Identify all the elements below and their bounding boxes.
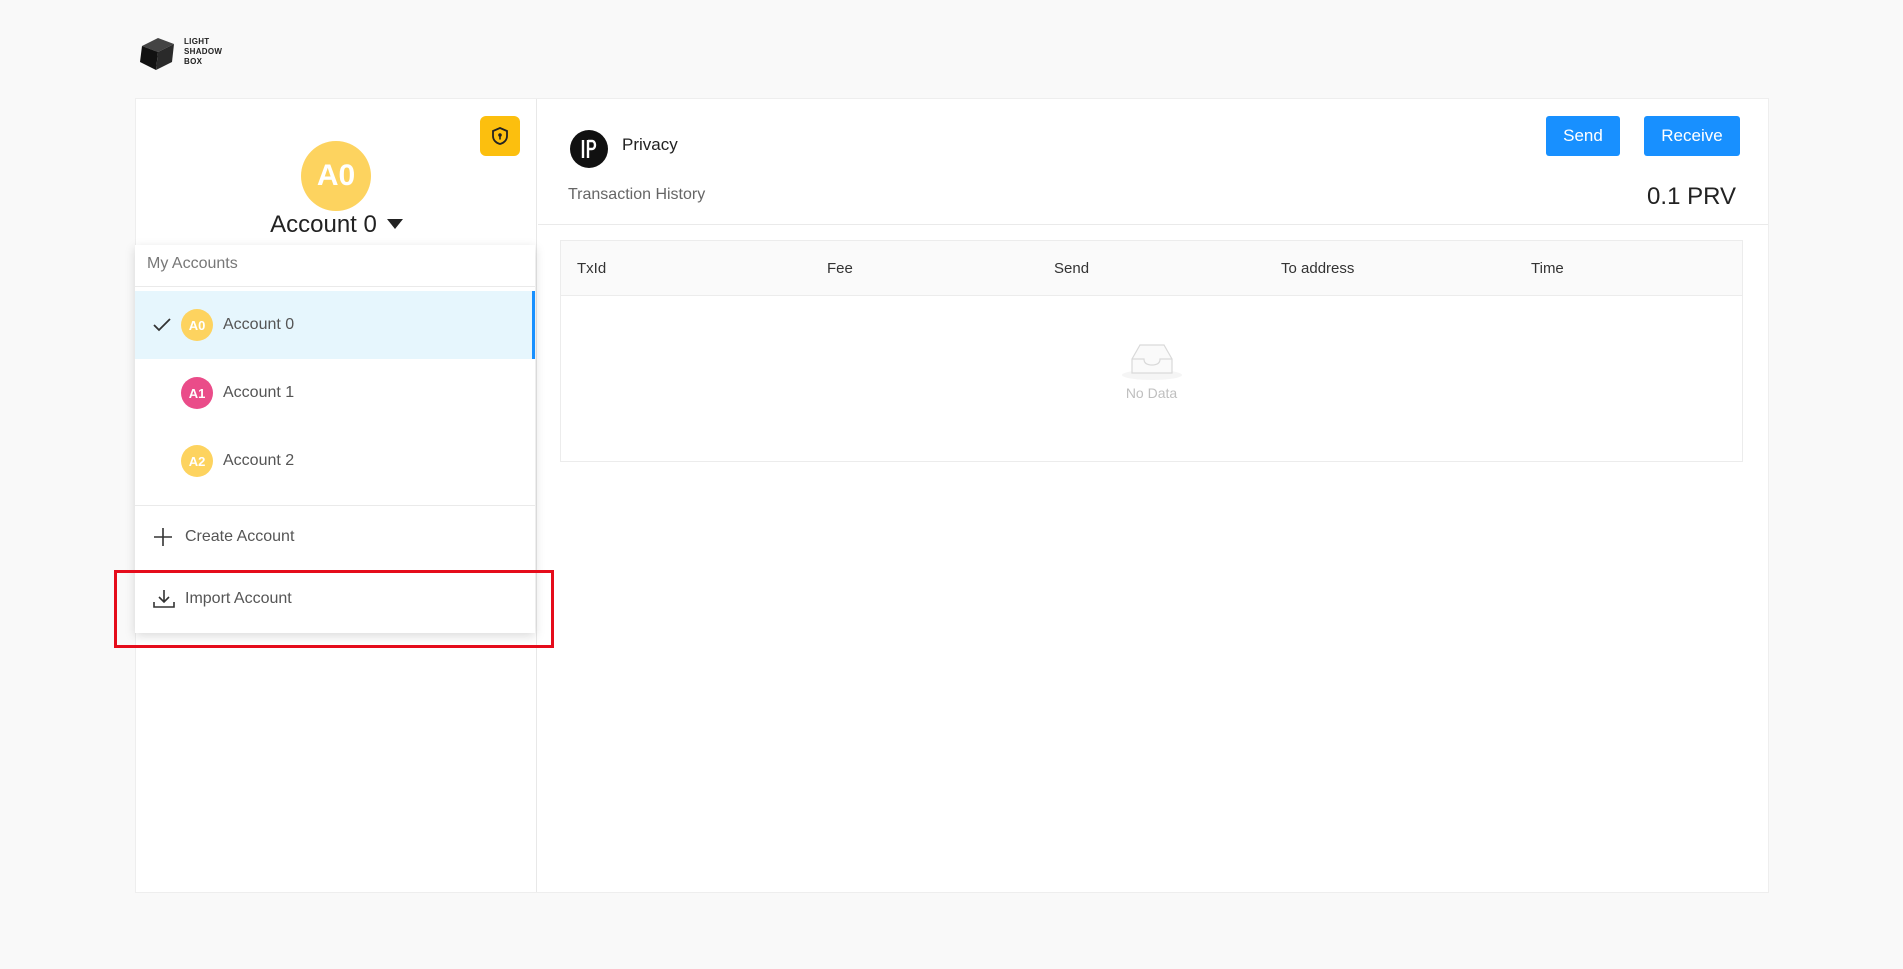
account-label: Account 1 [223, 384, 295, 401]
create-account-button[interactable]: Create Account [135, 506, 535, 568]
dropdown-header: My Accounts [135, 245, 535, 287]
column-header-to-address: To address [1281, 259, 1355, 277]
receive-button[interactable]: Receive [1644, 116, 1740, 156]
check-slot [153, 318, 181, 332]
logo-line-3: BOX [184, 57, 203, 66]
shield-icon [492, 127, 508, 145]
logo-line-1: LIGHT [184, 37, 210, 46]
account-item-2[interactable]: A2 Account 2 [135, 427, 535, 495]
download-icon [153, 589, 177, 609]
caret-down-icon [386, 218, 403, 229]
account-avatar-small: A1 [181, 377, 213, 409]
account-item-0[interactable]: A0 Account 0 [135, 291, 535, 359]
transactions-table: TxId Fee Send To address Time No Data [560, 240, 1743, 462]
header-divider [538, 224, 1768, 225]
current-account-label: Account 0 [270, 211, 377, 238]
prv-logo-icon [581, 139, 597, 158]
privacy-coin-icon [570, 130, 608, 168]
transaction-history-title: Transaction History [568, 186, 706, 203]
empty-state: No Data [561, 339, 1742, 401]
account-label: Account 0 [223, 316, 295, 333]
account-dropdown: My Accounts A0 Account 0 A1 Account 1 A2… [135, 245, 535, 633]
coin-name: Privacy [622, 135, 678, 154]
table-header: TxId Fee Send To address Time [561, 241, 1742, 296]
column-header-send: Send [1054, 259, 1090, 277]
balance: 0.1 PRV [1647, 183, 1736, 210]
account-avatar: A0 [301, 141, 371, 211]
inbox-empty-icon [1121, 344, 1182, 380]
column-header-fee: Fee [827, 259, 853, 277]
account-item-1[interactable]: A1 Account 1 [135, 359, 535, 427]
no-data-text: No Data [1125, 385, 1178, 401]
check-icon [153, 318, 171, 332]
logo-text: LIGHT SHADOW BOX [184, 37, 222, 67]
account-label: Account 2 [223, 452, 295, 469]
account-switcher[interactable]: Account 0 [136, 211, 537, 239]
cube-logo-icon [140, 38, 174, 70]
column-header-time: Time [1531, 259, 1564, 277]
logo-line-2: SHADOW [184, 47, 223, 56]
column-header-txid: TxId [577, 259, 607, 277]
security-button[interactable] [480, 116, 520, 156]
account-avatar-small: A0 [181, 309, 213, 341]
send-button[interactable]: Send [1546, 116, 1620, 156]
main-content: Privacy Transaction History Send Receive… [538, 99, 1768, 892]
app-logo: LIGHT SHADOW BOX [136, 30, 222, 74]
plus-icon [153, 527, 177, 547]
import-account-button[interactable]: Import Account [135, 568, 535, 630]
account-avatar-small: A2 [181, 445, 213, 477]
import-account-label: Import Account [185, 590, 292, 607]
create-account-label: Create Account [185, 528, 295, 545]
